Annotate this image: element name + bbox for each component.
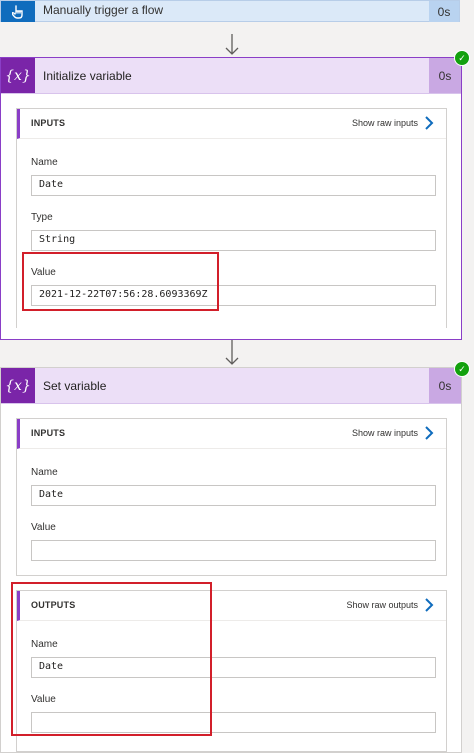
- value-highlight-box: [22, 252, 219, 311]
- show-raw-outputs-link[interactable]: Show raw outputs: [346, 600, 418, 610]
- chevron-right-icon[interactable]: [424, 115, 434, 131]
- set-inputs-section: INPUTS Show raw inputs Name Date Value: [16, 418, 447, 576]
- success-check-icon: ✓: [454, 50, 470, 66]
- arrow-down-icon: [225, 340, 239, 365]
- initialize-variable-title: Initialize variable: [43, 69, 132, 83]
- arrow-down-icon: [225, 34, 239, 56]
- set-inputs-header: INPUTS Show raw inputs: [17, 419, 446, 449]
- outputs-highlight-box: [11, 582, 212, 736]
- variable-icon: {x}: [1, 368, 35, 403]
- initialize-variable-header[interactable]: {x} Initialize variable 0s: [1, 58, 461, 94]
- trigger-duration: 0s: [429, 1, 459, 22]
- set-variable-title: Set variable: [43, 379, 107, 393]
- chevron-right-icon[interactable]: [424, 597, 434, 613]
- hand-pointer-icon: [1, 1, 35, 22]
- set-value-label: Value: [31, 522, 56, 533]
- show-raw-inputs-link[interactable]: Show raw inputs: [352, 118, 418, 128]
- trigger-title: Manually trigger a flow: [43, 3, 164, 17]
- success-check-icon: ✓: [454, 361, 470, 377]
- name-field[interactable]: Date: [31, 175, 436, 196]
- set-value-field[interactable]: [31, 540, 436, 561]
- set-name-field[interactable]: Date: [31, 485, 436, 506]
- variable-icon: {x}: [1, 58, 35, 93]
- trigger-card[interactable]: Manually trigger a flow 0s: [0, 0, 460, 22]
- type-label: Type: [31, 212, 53, 223]
- name-label: Name: [31, 157, 58, 168]
- set-inputs-label: INPUTS: [31, 428, 66, 438]
- chevron-right-icon[interactable]: [424, 425, 434, 441]
- inputs-label: INPUTS: [31, 118, 66, 128]
- inputs-header: INPUTS Show raw inputs: [17, 109, 446, 139]
- set-show-raw-inputs-link[interactable]: Show raw inputs: [352, 428, 418, 438]
- type-field[interactable]: String: [31, 230, 436, 251]
- set-variable-header[interactable]: {x} Set variable 0s: [1, 368, 461, 404]
- set-name-label: Name: [31, 467, 58, 478]
